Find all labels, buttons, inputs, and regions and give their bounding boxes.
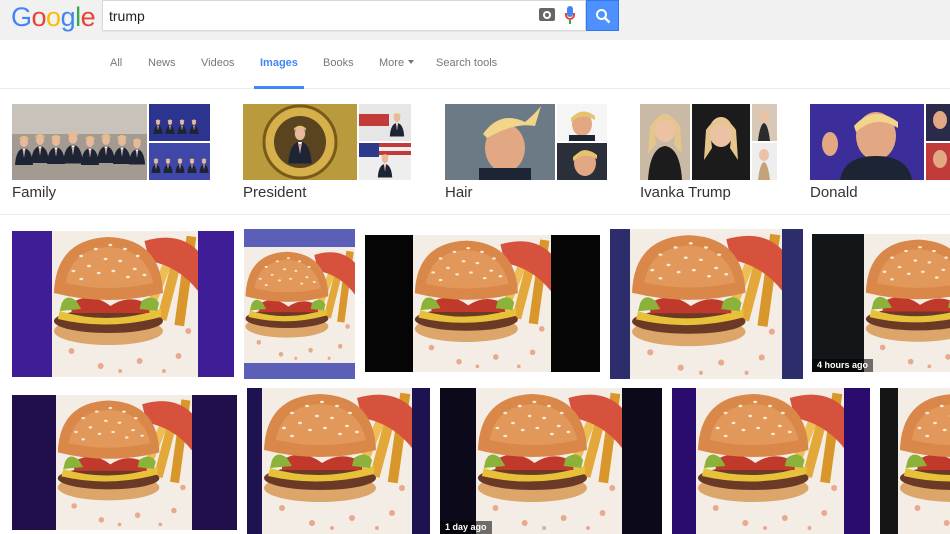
tab-all[interactable]: All: [110, 57, 122, 89]
image-results-grid: 4 hours ago 1 day ago: [0, 215, 950, 534]
related-thumb: [752, 104, 777, 141]
related-thumb: [926, 104, 950, 141]
image-result[interactable]: [610, 229, 803, 379]
related-thumb: [149, 143, 210, 180]
related-label: Family: [12, 184, 57, 201]
image-result[interactable]: [12, 395, 237, 530]
search-icon: [596, 9, 611, 24]
related-thumb: [359, 104, 411, 141]
image-result[interactable]: [672, 388, 870, 534]
top-bar: Google: [0, 0, 950, 40]
image-result[interactable]: 4 hours ago: [812, 234, 950, 372]
search-input[interactable]: [109, 5, 509, 27]
related-thumb: [640, 104, 690, 180]
related-thumb: [752, 143, 777, 180]
related-thumb: [926, 143, 950, 180]
image-result[interactable]: [244, 229, 355, 379]
related-hair[interactable]: Hair: [445, 104, 610, 209]
related-thumb: [445, 104, 555, 180]
google-logo[interactable]: Google: [11, 2, 96, 33]
related-label: Ivanka Trump: [640, 184, 731, 201]
related-thumb: [359, 143, 411, 180]
related-thumb: [557, 104, 607, 141]
caret-down-icon: [408, 60, 415, 64]
related-label: Hair: [445, 184, 473, 201]
camera-icon[interactable]: [539, 8, 555, 21]
related-president[interactable]: President: [243, 104, 413, 209]
tab-more[interactable]: More: [379, 57, 415, 89]
image-result[interactable]: 1 day ago: [440, 388, 662, 534]
tab-search-tools[interactable]: Search tools: [436, 57, 497, 89]
tab-news[interactable]: News: [148, 57, 176, 89]
related-thumb: [149, 104, 210, 141]
related-donald[interactable]: Donald: [810, 104, 950, 209]
tab-videos[interactable]: Videos: [201, 57, 234, 89]
result-time-badge: 4 hours ago: [812, 359, 874, 372]
image-result[interactable]: [880, 388, 950, 534]
related-label: Donald: [810, 184, 858, 201]
related-searches: Family President Hair Ivanka Trump Donal…: [0, 90, 950, 215]
image-result[interactable]: [247, 388, 430, 534]
related-thumb: [810, 104, 924, 180]
result-time-badge: 1 day ago: [440, 521, 492, 534]
mic-icon[interactable]: [565, 6, 575, 26]
related-thumb: [557, 143, 607, 180]
search-box: [102, 0, 586, 31]
related-thumb: [12, 104, 147, 180]
search-tabs: All News Videos Images Books More Search…: [0, 40, 950, 89]
tab-images[interactable]: Images: [254, 57, 304, 89]
search-button[interactable]: [586, 0, 619, 31]
image-result[interactable]: [365, 235, 600, 372]
related-thumb: [243, 104, 357, 180]
tab-more-label: More: [379, 57, 405, 69]
related-label: President: [243, 184, 307, 201]
image-result[interactable]: [12, 231, 234, 377]
tab-books[interactable]: Books: [323, 57, 354, 89]
related-thumb: [692, 104, 750, 180]
related-ivanka-trump[interactable]: Ivanka Trump: [640, 104, 780, 209]
related-family[interactable]: Family: [12, 104, 212, 209]
